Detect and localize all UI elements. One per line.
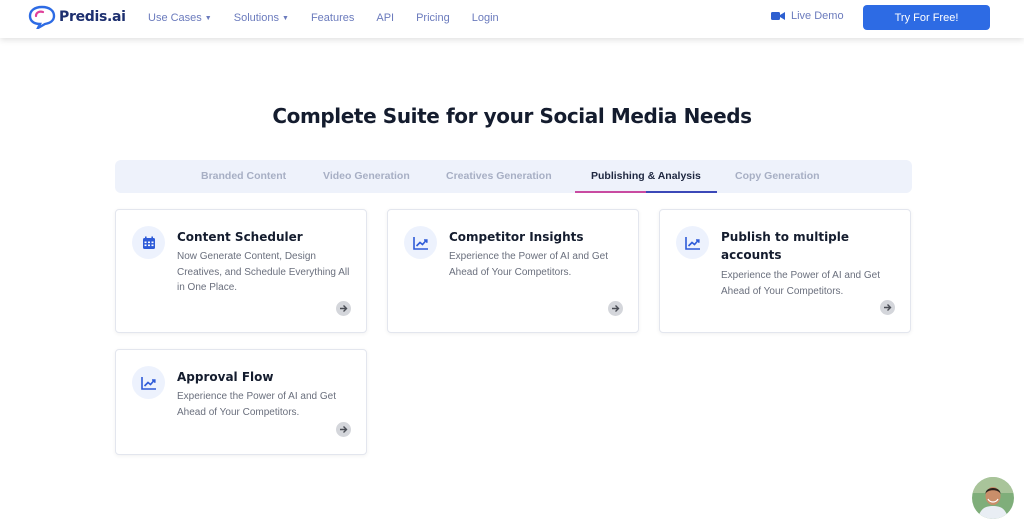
logo-text: Predis.ai: [59, 9, 126, 25]
predis-logo-icon: [28, 5, 56, 29]
feature-card-competitor-insights[interactable]: Competitor Insights Experience the Power…: [387, 209, 639, 333]
chat-avatar[interactable]: [972, 477, 1014, 519]
nav-pricing[interactable]: Pricing: [416, 12, 450, 24]
main-nav: Use Cases ▼ Solutions ▼ Features API Prici…: [148, 0, 521, 36]
nav-use-cases[interactable]: Use Cases ▼: [148, 12, 212, 24]
video-camera-icon: [771, 12, 785, 20]
nav-label: Use Cases: [148, 12, 202, 24]
card-description: Experience the Power of AI and Get Ahead…: [721, 270, 880, 297]
card-title: Content Scheduler: [177, 230, 303, 244]
section-title: Complete Suite for your Social Media Nee…: [272, 104, 752, 128]
feature-card-publish-multiple-accounts[interactable]: Publish to multiple accounts Experience …: [659, 209, 911, 333]
arrow-right-icon[interactable]: [608, 301, 623, 316]
card-title: Competitor Insights: [449, 230, 584, 244]
calendar-icon: [142, 236, 155, 249]
tab-creatives-generation[interactable]: Creatives Generation: [446, 160, 552, 193]
top-navbar: Predis.ai Use Cases ▼ Solutions ▼ Features…: [0, 0, 1024, 38]
logo[interactable]: Predis.ai: [28, 5, 126, 29]
nav-api[interactable]: API: [376, 12, 394, 24]
person-avatar-icon: [972, 477, 1014, 519]
try-for-free-button[interactable]: Try For Free!: [863, 5, 990, 30]
arrow-right-icon[interactable]: [336, 422, 351, 437]
tab-publishing-analysis[interactable]: Publishing & Analysis: [575, 160, 717, 193]
nav-label: Features: [310, 12, 355, 24]
tab-video-generation[interactable]: Video Generation: [323, 160, 410, 193]
tab-copy-generation[interactable]: Copy Generation: [735, 160, 820, 193]
tab-branded-content[interactable]: Branded Content: [201, 160, 286, 193]
card-description: Experience the Power of AI and Get Ahead…: [449, 251, 608, 278]
card-description: Experience the Power of AI and Get Ahead…: [177, 391, 336, 418]
nav-solutions[interactable]: Solutions ▼: [234, 12, 289, 24]
nav-features[interactable]: Features: [311, 12, 354, 24]
arrow-right-icon[interactable]: [880, 300, 895, 315]
card-title: Publish to multiple accounts: [721, 230, 850, 262]
feature-tabs: Branded Content Video Generation Creativ…: [115, 160, 912, 193]
nav-label: Pricing: [416, 12, 450, 24]
card-icon-wrap: [132, 226, 165, 259]
arrow-right-icon[interactable]: [336, 301, 351, 316]
nav-label: Login: [471, 12, 499, 24]
trending-up-icon: [684, 236, 700, 250]
feature-card-approval-flow[interactable]: Approval Flow Experience the Power of AI…: [115, 349, 367, 455]
live-demo-label: Live Demo: [791, 10, 844, 22]
card-icon-wrap: [404, 226, 437, 259]
trending-up-icon: [412, 236, 428, 250]
card-icon-wrap: [132, 366, 165, 399]
nav-label: API: [376, 12, 395, 24]
nav-label: Solutions: [233, 12, 279, 24]
live-demo-link[interactable]: Live Demo: [771, 10, 844, 22]
card-icon-wrap: [676, 226, 709, 259]
card-title: Approval Flow: [177, 370, 274, 384]
caret-down-icon: ▼: [204, 14, 212, 22]
caret-down-icon: ▼: [282, 14, 289, 22]
nav-login[interactable]: Login: [472, 12, 499, 24]
feature-card-content-scheduler[interactable]: Content Scheduler Now Generate Content, …: [115, 209, 367, 333]
trending-up-icon: [140, 376, 156, 390]
card-description: Now Generate Content, Design Creatives, …: [177, 251, 350, 293]
